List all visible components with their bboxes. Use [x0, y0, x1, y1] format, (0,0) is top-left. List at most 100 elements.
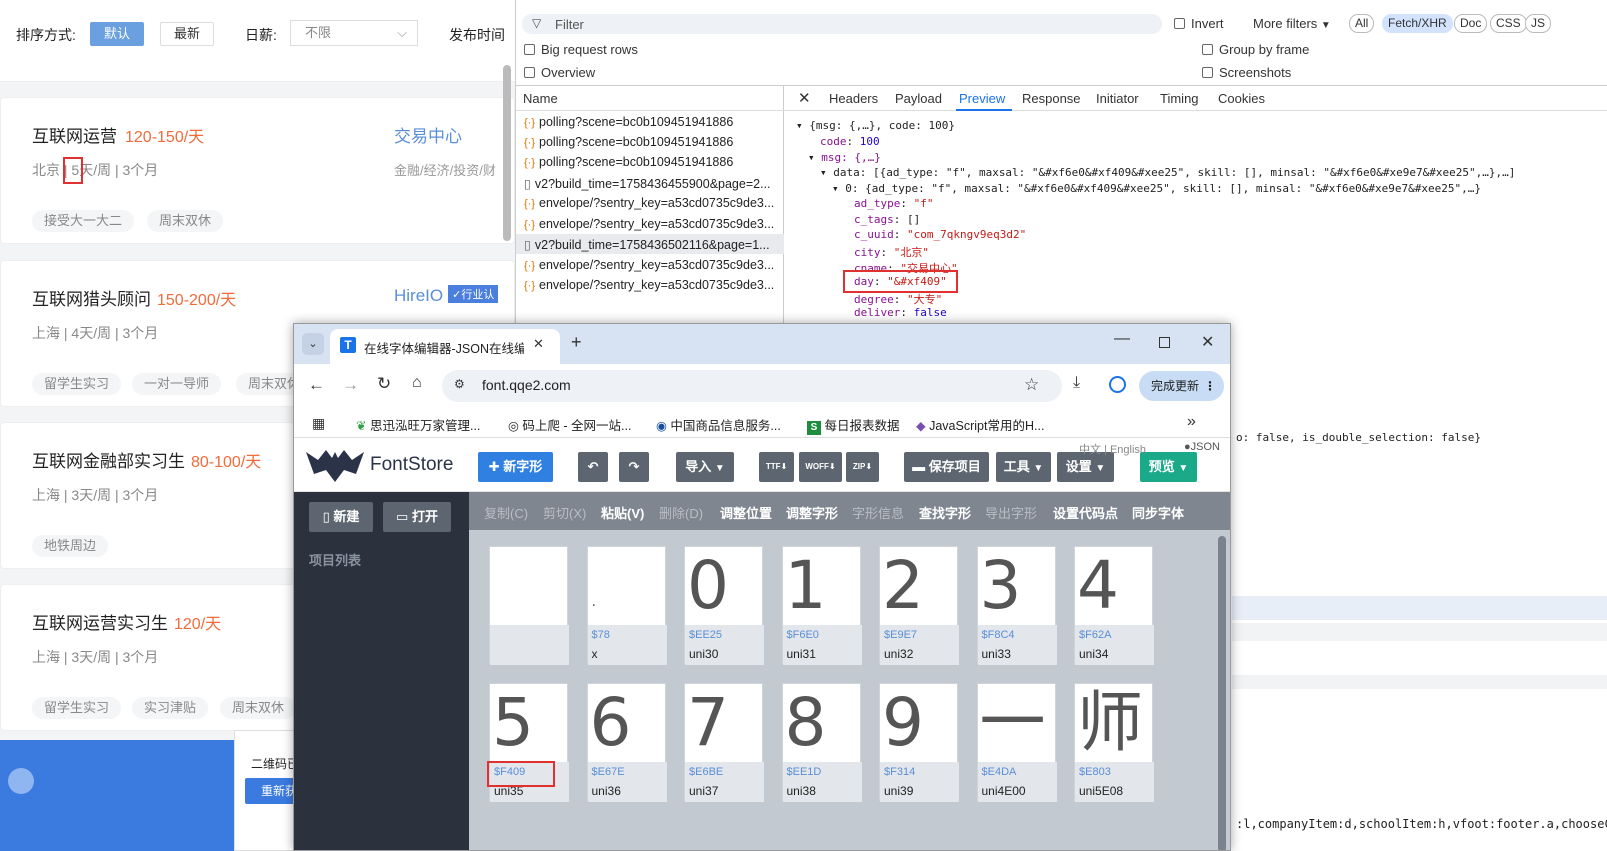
glyph-grid-scrollbar[interactable] — [1218, 536, 1226, 850]
export-glyph-button[interactable]: 导出字形 — [985, 503, 1037, 522]
new-project-button[interactable]: ▯ 新建 — [309, 502, 373, 532]
export-ttf-button[interactable]: TTF⬇ — [759, 452, 794, 482]
invert-checkbox[interactable]: Invert — [1174, 16, 1224, 31]
json-item-line[interactable]: ▾ 0: {ad_type: "f", maxsal: "&#xf6e0&#xf… — [832, 182, 1481, 195]
minimize-icon[interactable]: — — [1114, 330, 1130, 348]
update-button[interactable]: 完成更新 ⋮ — [1139, 371, 1224, 401]
glyph-cell[interactable]: 一 $E4DA uni4E00 — [976, 683, 1057, 802]
request-row[interactable]: {·} envelope/?sentry_key=a53cd0735c9de3..… — [524, 278, 774, 292]
close-icon[interactable]: ✕ — [798, 89, 811, 107]
glyph-cell[interactable]: 9 $F314 uni39 — [879, 683, 959, 802]
bookmark-star-icon[interactable]: ☆ — [1024, 375, 1039, 395]
tools-button[interactable]: 工具 ▼ — [996, 452, 1051, 482]
type-filter-fetch-xhr[interactable]: Fetch/XHR — [1382, 14, 1453, 33]
apps-grid-icon[interactable]: ▦ — [312, 415, 325, 432]
request-row[interactable]: ▯ v2?build_time=1758436455900&page=2... — [524, 176, 771, 191]
json-link[interactable]: ●JSON — [1184, 441, 1220, 453]
name-column-header[interactable]: Name — [523, 91, 558, 106]
job-title[interactable]: 互联网金融部实习生 — [32, 447, 185, 472]
job-title[interactable]: 互联网运营 — [32, 122, 117, 147]
group-by-frame-checkbox[interactable]: Group by frame — [1202, 42, 1309, 57]
delete-button[interactable]: 删除(D) — [659, 503, 703, 522]
forward-icon[interactable]: → — [342, 375, 359, 395]
glyph-cell[interactable]: 8 $EE1D uni38 — [781, 683, 862, 802]
glyph-cell[interactable]: . $78 x — [586, 546, 667, 665]
sort-default-button[interactable]: 默认 — [90, 22, 144, 46]
browser-tab[interactable]: T 在线字体编辑器-JSON在线编辑 ✕ — [330, 329, 560, 364]
big-request-rows-checkbox[interactable]: Big request rows — [524, 42, 638, 57]
request-row[interactable]: {·} polling?scene=bc0b109451941886 — [524, 115, 733, 129]
export-woff-button[interactable]: WOFF⬇ — [799, 452, 842, 482]
type-filter-js[interactable]: JS — [1525, 14, 1552, 33]
bookmark-item[interactable]: ◆ JavaScript常用的H... — [916, 415, 1044, 434]
language-switch[interactable]: 中文 | English — [1079, 441, 1146, 457]
glyph-cell[interactable] — [489, 546, 569, 665]
json-data-line[interactable]: ▾ data: [{ad_type: "f", maxsal: "&#xf6e0… — [820, 166, 1515, 179]
bookmark-item[interactable]: ❦ 思迅泓旺万家管理... — [356, 415, 480, 434]
request-row[interactable]: {·} envelope/?sentry_key=a53cd0735c9de3..… — [524, 217, 774, 231]
request-row[interactable]: {·} envelope/?sentry_key=a53cd0735c9de3..… — [524, 258, 774, 272]
home-icon[interactable]: ⌂ — [412, 374, 422, 392]
company-name[interactable]: HireIO ✓行业认 — [394, 285, 499, 306]
new-tab-icon[interactable]: + — [571, 332, 582, 353]
preview-button[interactable]: 预览 ▼ — [1140, 452, 1197, 482]
more-bookmarks-icon[interactable]: » — [1187, 413, 1196, 431]
request-row[interactable]: {·} envelope/?sentry_key=a53cd0735c9de3..… — [524, 196, 774, 210]
maximize-icon[interactable] — [1159, 337, 1170, 348]
glyph-cell[interactable]: 1 $F6E0 uni31 — [781, 546, 862, 665]
close-window-icon[interactable]: ✕ — [1201, 332, 1214, 352]
import-button[interactable]: 导入 ▼ — [676, 452, 734, 482]
request-row[interactable]: {·} polling?scene=bc0b109451941886 — [524, 135, 733, 149]
screenshots-checkbox[interactable]: Screenshots — [1202, 65, 1291, 80]
request-row-selected[interactable]: ▯ v2?build_time=1758436502116&page=1... — [524, 237, 770, 252]
job-title[interactable]: 互联网猎头顾问 — [32, 285, 151, 310]
bookmark-item[interactable]: S 每日报表数据 — [807, 415, 900, 435]
reload-icon[interactable]: ↻ — [377, 374, 391, 394]
job-title[interactable]: 互联网运营实习生 — [32, 609, 168, 634]
redo-button[interactable]: ↷ — [619, 452, 649, 482]
back-icon[interactable]: ← — [308, 375, 325, 395]
request-row[interactable]: {·} polling?scene=bc0b109451941886 — [524, 155, 733, 169]
export-zip-button[interactable]: ZIP⬇ — [846, 452, 879, 482]
salary-select[interactable]: 不限 ⌵ — [290, 20, 418, 46]
page-scrollbar[interactable] — [503, 65, 511, 241]
open-project-button[interactable]: ▭ 打开 — [383, 502, 451, 532]
glyph-info-button[interactable]: 字形信息 — [852, 503, 904, 522]
set-codepoint-button[interactable]: 设置代码点 — [1053, 503, 1118, 522]
sync-font-button[interactable]: 同步字体 — [1132, 503, 1184, 522]
sort-latest-button[interactable]: 最新 — [160, 22, 214, 46]
glyph-cell[interactable]: 0 $EE25 uni30 — [684, 546, 764, 665]
glyph-cell[interactable]: 3 $F8C4 uni33 — [976, 546, 1057, 665]
bookmark-item[interactable]: ◎ 码上爬 - 全网一站... — [508, 415, 631, 434]
glyph-cell[interactable]: 师 $E803 uni5E08 — [1074, 683, 1154, 802]
json-root-line[interactable]: ▾ {msg: {,…}, code: 100} — [796, 119, 955, 132]
tab-timing[interactable]: Timing — [1160, 91, 1199, 106]
tab-headers[interactable]: Headers — [829, 91, 878, 106]
tab-initiator[interactable]: Initiator — [1096, 91, 1139, 106]
type-filter-doc[interactable]: Doc — [1454, 14, 1488, 33]
save-project-button[interactable]: ▬ 保存项目 — [904, 452, 989, 482]
adjust-position-button[interactable]: 调整位置 — [720, 503, 772, 522]
type-filter-css[interactable]: CSS — [1490, 14, 1527, 33]
adjust-glyph-button[interactable]: 调整字形 — [786, 503, 838, 522]
cut-button[interactable]: 剪切(X) — [543, 503, 586, 522]
bookmark-item[interactable]: ◉ 中国商品信息服务... — [656, 415, 781, 434]
paste-button[interactable]: 粘贴(V) — [601, 503, 644, 522]
new-glyph-button[interactable]: ✚ 新字形 — [478, 452, 553, 482]
close-tab-icon[interactable]: ✕ — [533, 336, 544, 352]
profile-icon[interactable] — [1109, 376, 1126, 393]
tab-cookies[interactable]: Cookies — [1218, 91, 1265, 106]
tab-payload[interactable]: Payload — [895, 91, 942, 106]
glyph-cell[interactable]: 4 $F62A uni34 — [1074, 546, 1154, 665]
promo-banner[interactable] — [0, 740, 234, 851]
glyph-cell[interactable]: 2 $E9E7 uni32 — [879, 546, 959, 665]
copy-button[interactable]: 复制(C) — [484, 503, 528, 522]
url-input[interactable]: ⚙ font.qqe2.com ☆ — [442, 370, 1062, 402]
find-glyph-button[interactable]: 查找字形 — [919, 503, 971, 522]
tab-preview[interactable]: Preview — [959, 91, 1005, 106]
tab-search-button[interactable]: ⌄ — [302, 333, 324, 355]
glyph-cell[interactable]: 6 $E67E uni36 — [586, 683, 667, 802]
company-name[interactable]: 交易中心 — [394, 122, 462, 147]
download-icon[interactable]: ⤓ — [1073, 374, 1080, 392]
tab-response[interactable]: Response — [1022, 91, 1081, 106]
